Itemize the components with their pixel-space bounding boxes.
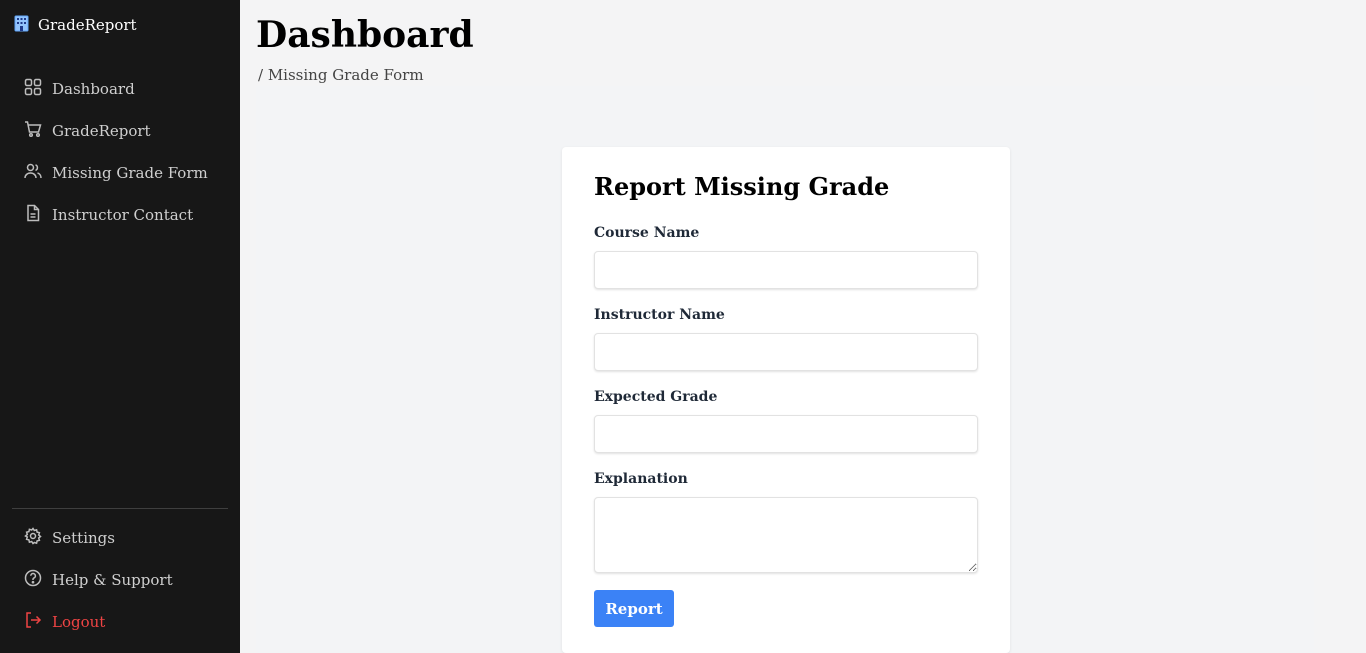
- form-title: Report Missing Grade: [594, 172, 890, 201]
- sidebar-item-logout[interactable]: Logout: [24, 611, 105, 633]
- cart-icon: [24, 120, 42, 142]
- expected-grade-label: Expected Grade: [594, 389, 718, 405]
- sidebar-item-label: Settings: [52, 529, 115, 547]
- brand[interactable]: GradeReport: [14, 15, 137, 35]
- course-name-input[interactable]: [594, 251, 978, 289]
- instructor-name-input[interactable]: [594, 333, 978, 371]
- sidebar-item-instructor-contact[interactable]: Instructor Contact: [24, 204, 193, 226]
- sidebar-item-label: Instructor Contact: [52, 206, 194, 224]
- sidebar-item-label: Help & Support: [52, 571, 173, 589]
- sidebar-item-dashboard[interactable]: Dashboard: [24, 78, 135, 100]
- sidebar-item-label: GradeReport: [52, 122, 151, 140]
- instructor-name-label: Instructor Name: [594, 307, 725, 323]
- grid-icon: [24, 78, 42, 100]
- sidebar-item-help-support[interactable]: Help & Support: [24, 569, 173, 591]
- course-name-label: Course Name: [594, 225, 700, 241]
- users-icon: [24, 162, 42, 184]
- sidebar: GradeReport Dashboard GradeReport Missin…: [0, 0, 240, 653]
- logout-icon: [24, 611, 42, 633]
- breadcrumb[interactable]: / Missing Grade Form: [258, 66, 424, 84]
- building-icon: [14, 15, 29, 36]
- missing-grade-form-card: Report Missing Grade Course Name Instruc…: [562, 147, 1010, 653]
- page-title: Dashboard: [256, 14, 474, 56]
- sidebar-item-label: Logout: [52, 613, 106, 631]
- sidebar-item-label: Dashboard: [52, 80, 135, 98]
- sidebar-item-gradereport[interactable]: GradeReport: [24, 120, 151, 142]
- sidebar-item-label: Missing Grade Form: [52, 164, 208, 182]
- sidebar-divider: [12, 508, 228, 509]
- main-content: Dashboard / Missing Grade Form Report Mi…: [240, 0, 1366, 653]
- help-circle-icon: [24, 569, 42, 591]
- gear-icon: [24, 527, 42, 549]
- sidebar-item-missing-grade-form[interactable]: Missing Grade Form: [24, 162, 208, 184]
- expected-grade-input[interactable]: [594, 415, 978, 453]
- sidebar-item-settings[interactable]: Settings: [24, 527, 115, 549]
- explanation-textarea[interactable]: [594, 497, 978, 573]
- document-icon: [24, 204, 42, 226]
- explanation-label: Explanation: [594, 471, 688, 487]
- report-button[interactable]: Report: [594, 590, 674, 627]
- app-name: GradeReport: [38, 16, 137, 34]
